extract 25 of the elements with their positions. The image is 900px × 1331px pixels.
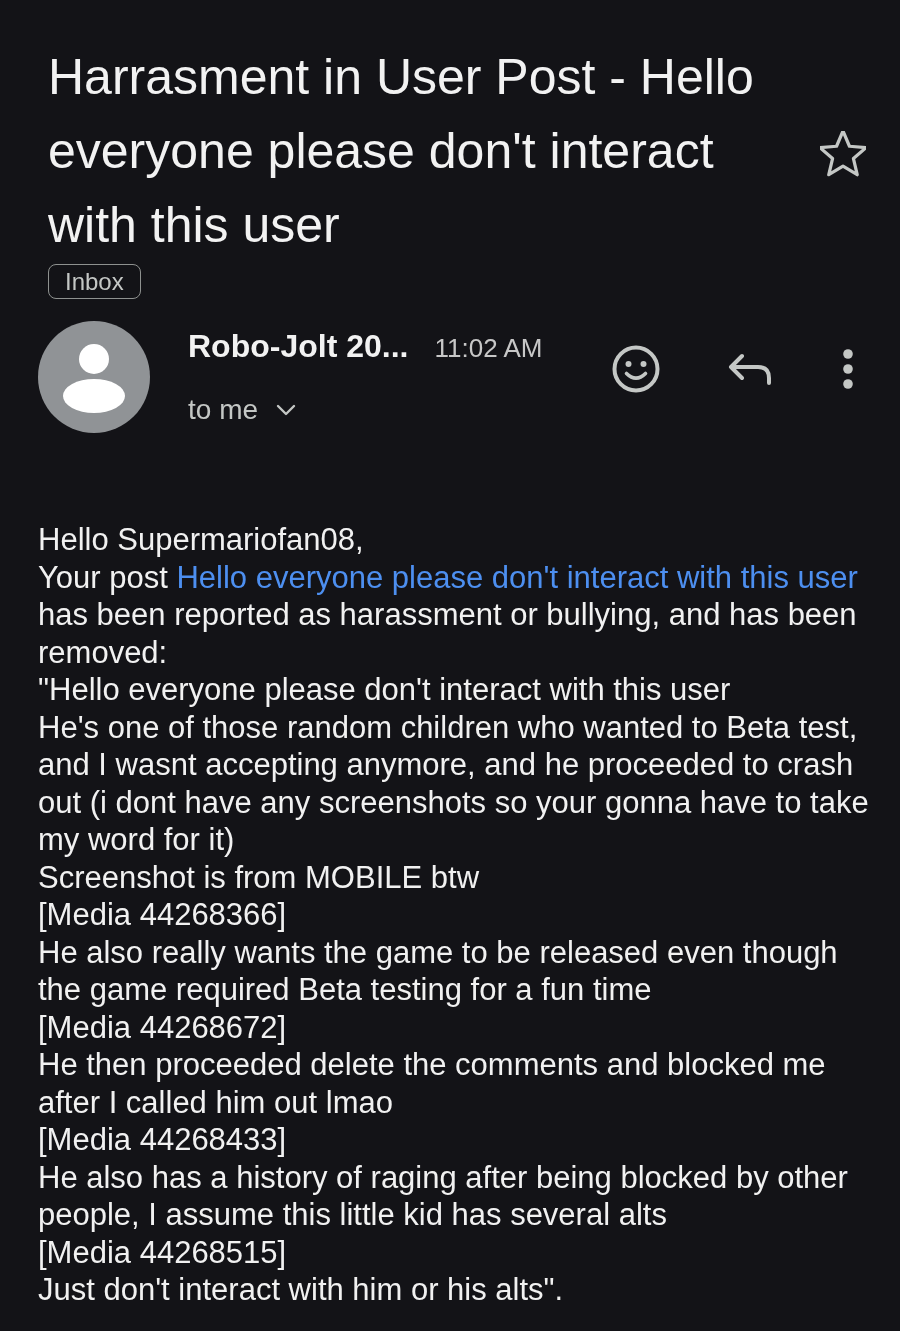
star-icon[interactable]	[820, 131, 866, 177]
post-link[interactable]: Hello everyone please don't interact with this user	[176, 559, 858, 595]
body-text: Screenshot is from MOBILE btw	[38, 858, 481, 896]
sender-name[interactable]: Robo-Jolt 20...	[188, 326, 409, 366]
body-text: [Media 44268433]	[38, 1121, 288, 1159]
body-text: [Media 44268366]	[38, 896, 288, 934]
email-subject: Harrasment in User Post - Hello everyone please don't interact with this user	[48, 48, 755, 255]
inbox-label[interactable]: Inbox	[48, 264, 141, 299]
body-text: He also really wants the game to be released even though the game required Beta testing for a fun time	[38, 933, 839, 1009]
body-text: [Media 44268515]	[38, 1233, 288, 1271]
body-text: Just don't interact with him or his alts".	[38, 1271, 565, 1309]
message-time: 11:02 AM	[434, 332, 543, 365]
body-text: He also has a history of raging after being blocked by other people, I assume this little kid has several alts	[38, 1158, 849, 1234]
chevron-down-icon	[276, 404, 297, 416]
reply-icon[interactable]	[728, 353, 772, 385]
avatar-icon[interactable]	[38, 321, 150, 433]
body-text: Hello Supermariofan08,	[38, 521, 365, 559]
body-text: He then proceeded delete the comments and blocked me after I called him out lmao	[38, 1046, 827, 1121]
body-text: He's one of those random children who wanted to Beta test, and I wasnt accepting anymore, and he proceeded to crash out (i dont have any screenshots so your gonna have to take my word for it)	[38, 708, 870, 859]
body-text: "Hello everyone please don't interact with this user	[38, 671, 732, 709]
recipient-toggle[interactable]: to me	[188, 392, 297, 428]
more-options-icon[interactable]	[843, 349, 853, 389]
smiley-icon[interactable]	[612, 345, 660, 393]
body-text: [Media 44268672]	[38, 1008, 288, 1046]
body-text: Your post Hello everyone please don't interact with this user has been reported as harassment or bullying, and has been removed:	[38, 558, 859, 671]
